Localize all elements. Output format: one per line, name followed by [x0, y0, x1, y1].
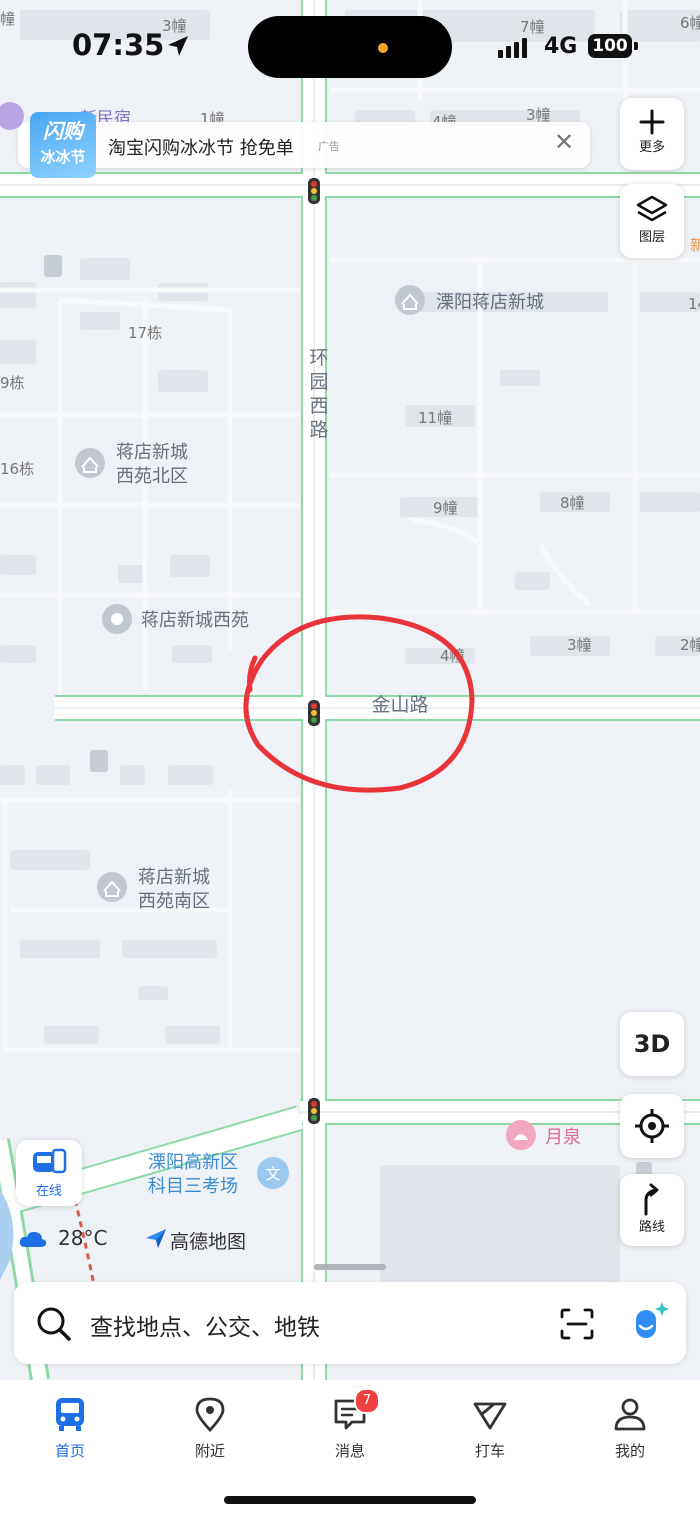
svg-text:蒋店新城西苑: 蒋店新城西苑: [141, 610, 249, 631]
search-input[interactable]: 查找地点、公交、地铁: [90, 1308, 320, 1342]
cloud-icon: [19, 1231, 47, 1247]
svg-text:月泉: 月泉: [545, 1127, 581, 1148]
tab-taxi[interactable]: 打车: [450, 1396, 530, 1461]
status-bar: 07:35 4G 100: [0, 0, 700, 96]
route-button[interactable]: 路线: [620, 1174, 684, 1246]
bus-phone-icon: [33, 1148, 67, 1174]
svg-text:路: 路: [309, 419, 328, 441]
svg-text:蒋店新城: 蒋店新城: [116, 442, 188, 463]
status-time: 07:35: [72, 28, 165, 62]
ad-text: 淘宝闪购冰冰节 抢免单: [108, 138, 294, 159]
location-arrow-icon: [168, 36, 188, 56]
svg-text:新: 新: [690, 236, 700, 254]
route-icon: [644, 1183, 659, 1216]
svg-text:溧阳高新区: 溧阳高新区: [148, 1152, 238, 1173]
location-pin-icon: [195, 1397, 225, 1433]
svg-text:科目三考场: 科目三考场: [148, 1176, 238, 1197]
traffic-light[interactable]: [308, 1098, 320, 1124]
battery-level: 100: [588, 34, 632, 58]
tab-profile[interactable]: 我的: [590, 1396, 670, 1461]
3d-button[interactable]: 3D: [620, 1012, 684, 1076]
amap-logo-icon: [146, 1229, 166, 1248]
tab-nearby[interactable]: 附近: [170, 1396, 250, 1461]
scan-icon[interactable]: [560, 1308, 594, 1340]
svg-text:西: 西: [309, 395, 328, 417]
svg-text:11幢: 11幢: [418, 409, 452, 427]
live-bus-button[interactable]: 在线: [16, 1140, 82, 1206]
ad-banner[interactable]: 闪购 冰冰节 淘宝闪购冰冰节 抢免单 广告 ✕: [18, 112, 590, 178]
svg-text:9幢: 9幢: [433, 499, 458, 517]
user-icon: [614, 1398, 646, 1431]
search-bar[interactable]: 查找地点、公交、地铁: [14, 1282, 686, 1364]
traffic-light[interactable]: [308, 700, 320, 726]
svg-text:园: 园: [309, 371, 328, 393]
layers-button[interactable]: 图层: [620, 184, 684, 258]
taxi-icon: [473, 1402, 507, 1430]
tab-home[interactable]: 首页: [30, 1396, 110, 1461]
dynamic-island: [248, 16, 452, 78]
svg-text:西苑北区: 西苑北区: [116, 466, 188, 487]
locate-button[interactable]: [620, 1094, 684, 1158]
map-view[interactable]: 环 园 西 路 金山路 幢 3幢 7幢 6幢 3幢 4幢 1幢 14 17栋 9…: [0, 0, 700, 1380]
svg-text:8幢: 8幢: [560, 494, 585, 512]
svg-text:蒋店新城: 蒋店新城: [138, 867, 210, 888]
home-indicator: [224, 1496, 476, 1504]
road-name-jinshan: 金山路: [371, 694, 428, 716]
message-badge: 7: [354, 1388, 380, 1414]
layers-icon: [636, 195, 668, 222]
svg-text:文: 文: [265, 1165, 280, 1183]
svg-text:9栋: 9栋: [0, 374, 25, 392]
crosshair-icon: [635, 1109, 669, 1143]
close-icon[interactable]: ✕: [554, 128, 574, 156]
svg-text:2幢: 2幢: [680, 636, 700, 654]
svg-text:14: 14: [688, 295, 700, 313]
svg-text:17栋: 17栋: [128, 324, 162, 342]
signal-icon: [498, 38, 527, 58]
bus-icon: [56, 1398, 84, 1431]
svg-text:3幢: 3幢: [567, 636, 592, 654]
search-icon: [37, 1307, 71, 1341]
plus-icon: [639, 109, 665, 135]
tab-messages[interactable]: 7 消息: [310, 1388, 390, 1461]
traffic-light[interactable]: [308, 178, 320, 204]
sheet-drag-handle[interactable]: [314, 1264, 386, 1270]
svg-text:16栋: 16栋: [0, 460, 34, 478]
more-button[interactable]: 更多: [620, 98, 684, 170]
brand-name: 高德地图: [170, 1231, 247, 1253]
network-type: 4G: [544, 34, 578, 59]
ad-logo: 闪购 冰冰节: [30, 112, 96, 178]
svg-text:环: 环: [309, 347, 328, 369]
weather-temp: 28°C: [58, 1226, 108, 1250]
battery-icon: [634, 42, 638, 50]
svg-text:西苑南区: 西苑南区: [138, 891, 210, 912]
ad-tag: 广告: [318, 140, 340, 153]
voice-assistant-icon[interactable]: [626, 1298, 672, 1348]
svg-text:溧阳蒋店新城: 溧阳蒋店新城: [436, 292, 544, 313]
